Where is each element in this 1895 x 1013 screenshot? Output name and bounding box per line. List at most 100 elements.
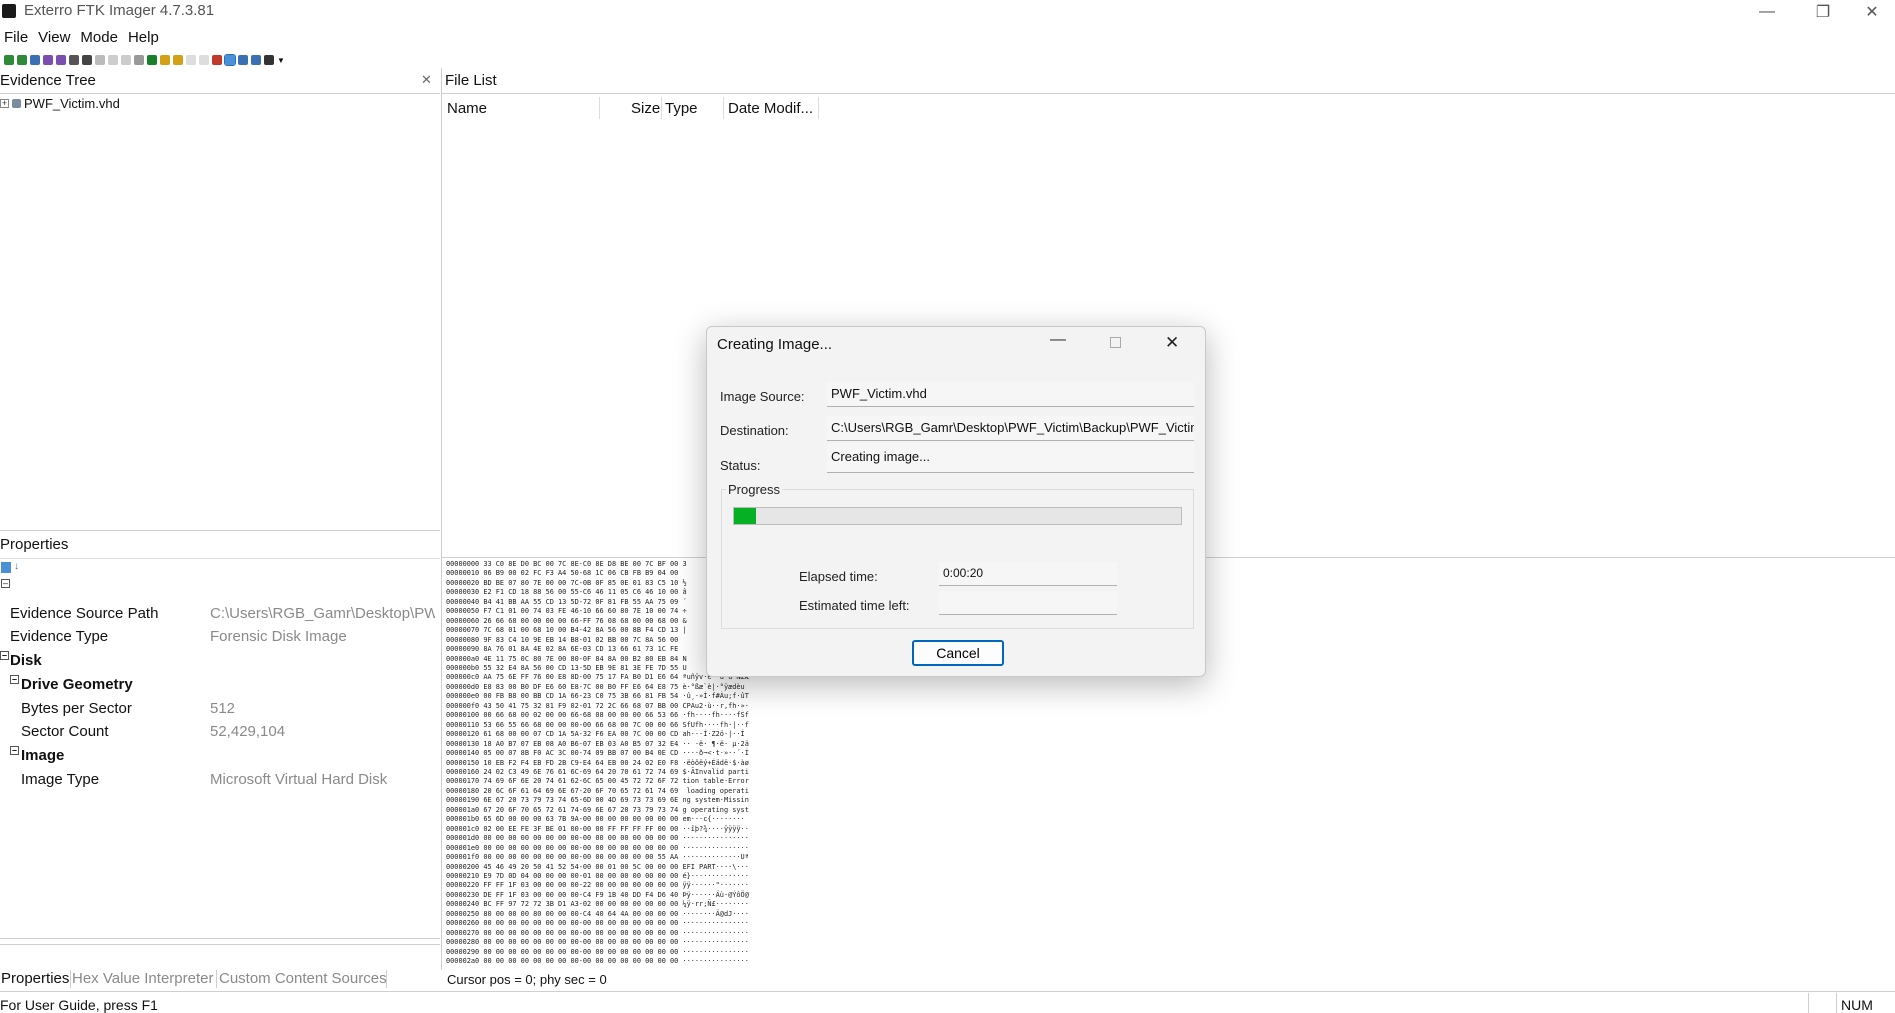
evidence-tree-close-icon[interactable]: ✕ <box>421 72 432 88</box>
menu-help[interactable]: Help <box>123 27 164 49</box>
estimated-time-left-label: Estimated time left: <box>799 598 910 613</box>
collapse-icon[interactable]: – <box>1 579 10 588</box>
hex-line: 000001e0 00 00 00 00 00 00 00 00-00 00 0… <box>446 843 749 852</box>
export-logical-image-icon[interactable] <box>95 55 105 65</box>
column-separator[interactable] <box>661 97 662 119</box>
menu-view[interactable]: View <box>33 27 75 49</box>
divider <box>0 938 440 939</box>
divider <box>386 970 387 988</box>
tree-expand-icon[interactable]: + <box>0 99 9 108</box>
panel-splitter[interactable] <box>441 558 442 970</box>
property-row[interactable]: Evidence Source Path C:\Users\RGB_Gamr\D… <box>0 602 440 625</box>
divider <box>216 970 217 988</box>
property-row[interactable]: Evidence Type Forensic Disk Image <box>0 625 440 648</box>
alphabetical-sort-icon[interactable]: ↓ <box>14 561 19 572</box>
hex-line: 00000240 BC FF 97 72 72 3B D1 A3-02 00 0… <box>446 900 749 909</box>
column-separator[interactable] <box>818 97 819 119</box>
property-row[interactable]: Image Type Microsoft Virtual Hard Disk <box>0 768 440 791</box>
export-files-icon[interactable] <box>199 55 209 65</box>
add-all-attached-devices-icon[interactable] <box>17 55 27 65</box>
property-value: Microsoft Virtual Hard Disk <box>210 771 388 788</box>
hex-line: 00000120 61 68 00 00 07 CD 1A 5A-32 F6 E… <box>446 730 745 739</box>
column-size[interactable]: Size <box>631 100 660 117</box>
remove-all-evidence-icon[interactable] <box>56 55 66 65</box>
column-name[interactable]: Name <box>447 100 487 117</box>
divider <box>70 970 71 988</box>
property-row[interactable]: Sector Count 52,429,104 <box>0 720 440 743</box>
group-label: Drive Geometry <box>21 676 133 693</box>
status-hint: For User Guide, press F1 <box>0 997 158 1013</box>
image-mounting-icon[interactable] <box>30 55 40 65</box>
disk-image-icon <box>12 99 21 108</box>
evidence-tree-header: Evidence Tree <box>0 70 440 92</box>
minimize-button[interactable]: — <box>1744 0 1790 24</box>
progress-label: Progress <box>726 482 783 497</box>
progress-bar <box>733 507 1182 525</box>
column-type[interactable]: Type <box>665 100 698 117</box>
divider <box>0 944 440 945</box>
property-value: 52,429,104 <box>210 723 286 740</box>
cancel-button[interactable]: Cancel <box>912 640 1004 666</box>
collapse-icon[interactable]: – <box>10 675 19 684</box>
property-name: Evidence Source Path <box>10 605 159 622</box>
detect-efs-icon[interactable] <box>186 55 196 65</box>
toolbar-dropdown-icon[interactable]: ▼ <box>277 56 285 65</box>
export-disk-image-icon[interactable] <box>82 55 92 65</box>
obtain-protected-files-icon[interactable] <box>173 55 183 65</box>
tab-hex-value-interpreter[interactable]: Hex Value Interpreter <box>71 968 214 990</box>
hex-line: 00000140 05 00 07 8B F0 AC 3C 00-74 09 B… <box>446 749 749 758</box>
dialog-title: Creating Image... <box>717 336 833 353</box>
tab-properties[interactable]: Properties <box>0 968 70 990</box>
property-name: Evidence Type <box>10 628 109 645</box>
tree-item-label: PWF_Victim.vhd <box>24 96 120 111</box>
decrypt-icon[interactable] <box>134 55 144 65</box>
dialog-minimize-button[interactable]: — <box>1050 331 1066 349</box>
create-disk-image-icon[interactable] <box>69 55 79 65</box>
export-hash-list-icon[interactable] <box>212 55 222 65</box>
tab-custom-content-sources[interactable]: Custom Content Sources <box>218 968 388 990</box>
remove-evidence-icon[interactable] <box>43 55 53 65</box>
property-row[interactable]: Bytes per Sector 512 <box>0 697 440 720</box>
column-separator[interactable] <box>599 97 600 119</box>
hex-line: 00000180 20 6C 6F 61 64 69 6E 67-20 6F 7… <box>446 786 749 795</box>
column-separator[interactable] <box>723 97 724 119</box>
dialog-close-button[interactable]: ✕ <box>1165 333 1179 353</box>
hex-line: 000001c0 02 00 EE FE 3F BE 01 00-00 00 F… <box>446 824 749 833</box>
property-value: C:\Users\RGB_Gamr\Desktop\PW <box>210 605 435 622</box>
property-group-drive-geometry[interactable]: – Drive Geometry <box>0 673 440 696</box>
collapse-icon[interactable]: – <box>0 651 9 660</box>
help-icon[interactable] <box>264 55 274 65</box>
collapse-icon[interactable]: – <box>10 746 19 755</box>
add-to-custom-content-icon[interactable] <box>108 55 118 65</box>
hex-line: 00000160 24 02 C3 49 6E 76 61 6C-69 64 2… <box>446 767 749 776</box>
categorized-sort-icon[interactable] <box>1 562 11 573</box>
hex-line: 000000f0 43 50 41 75 32 81 F9 02-01 72 2… <box>446 701 749 710</box>
menu-file[interactable]: File <box>0 27 33 49</box>
create-custom-content-icon[interactable] <box>121 55 131 65</box>
view-auto-icon[interactable] <box>251 55 261 65</box>
elapsed-time-value: 0:00:20 <box>939 562 1117 586</box>
capture-memory-icon[interactable] <box>160 55 170 65</box>
hex-line: 00000260 00 00 00 00 00 00 00 00-00 00 0… <box>446 919 749 928</box>
hex-line: 00000210 E9 7D 0D 04 00 00 00 00-01 00 0… <box>446 871 749 880</box>
menu-mode[interactable]: Mode <box>75 27 123 49</box>
image-source-field: PWF_Victim.vhd <box>827 382 1194 407</box>
hex-line: 00000100 00 66 68 00 02 00 00 66-68 08 0… <box>446 711 749 720</box>
view-hex-icon[interactable] <box>224 54 236 66</box>
panel-splitter[interactable] <box>441 68 442 558</box>
column-date-modified[interactable]: Date Modif... <box>728 100 813 117</box>
close-button[interactable]: ✕ <box>1849 0 1895 24</box>
status-field: Creating image... <box>827 443 1194 473</box>
verify-drive-icon[interactable] <box>147 55 157 65</box>
hex-line: 000002a0 00 00 00 00 00 00 00 00-00 00 0… <box>446 957 749 965</box>
view-text-icon[interactable] <box>238 55 248 65</box>
add-evidence-icon[interactable] <box>4 55 14 65</box>
file-list-header: File List <box>445 70 1895 92</box>
hex-line: 000001f0 00 00 00 00 00 00 00 00-00 00 0… <box>446 853 749 862</box>
hex-line: 000000d0 E8 83 00 B0 DF E6 60 E8-7C 00 B… <box>446 682 745 691</box>
property-group-disk[interactable]: – Disk <box>0 649 440 672</box>
property-group-image[interactable]: – Image <box>0 744 440 767</box>
restore-button[interactable]: ❐ <box>1800 0 1846 24</box>
hex-line: 00000280 00 00 00 00 00 00 00 00-00 00 0… <box>446 938 749 947</box>
tree-item-pwf-victim[interactable]: + PWF_Victim.vhd <box>0 96 120 111</box>
